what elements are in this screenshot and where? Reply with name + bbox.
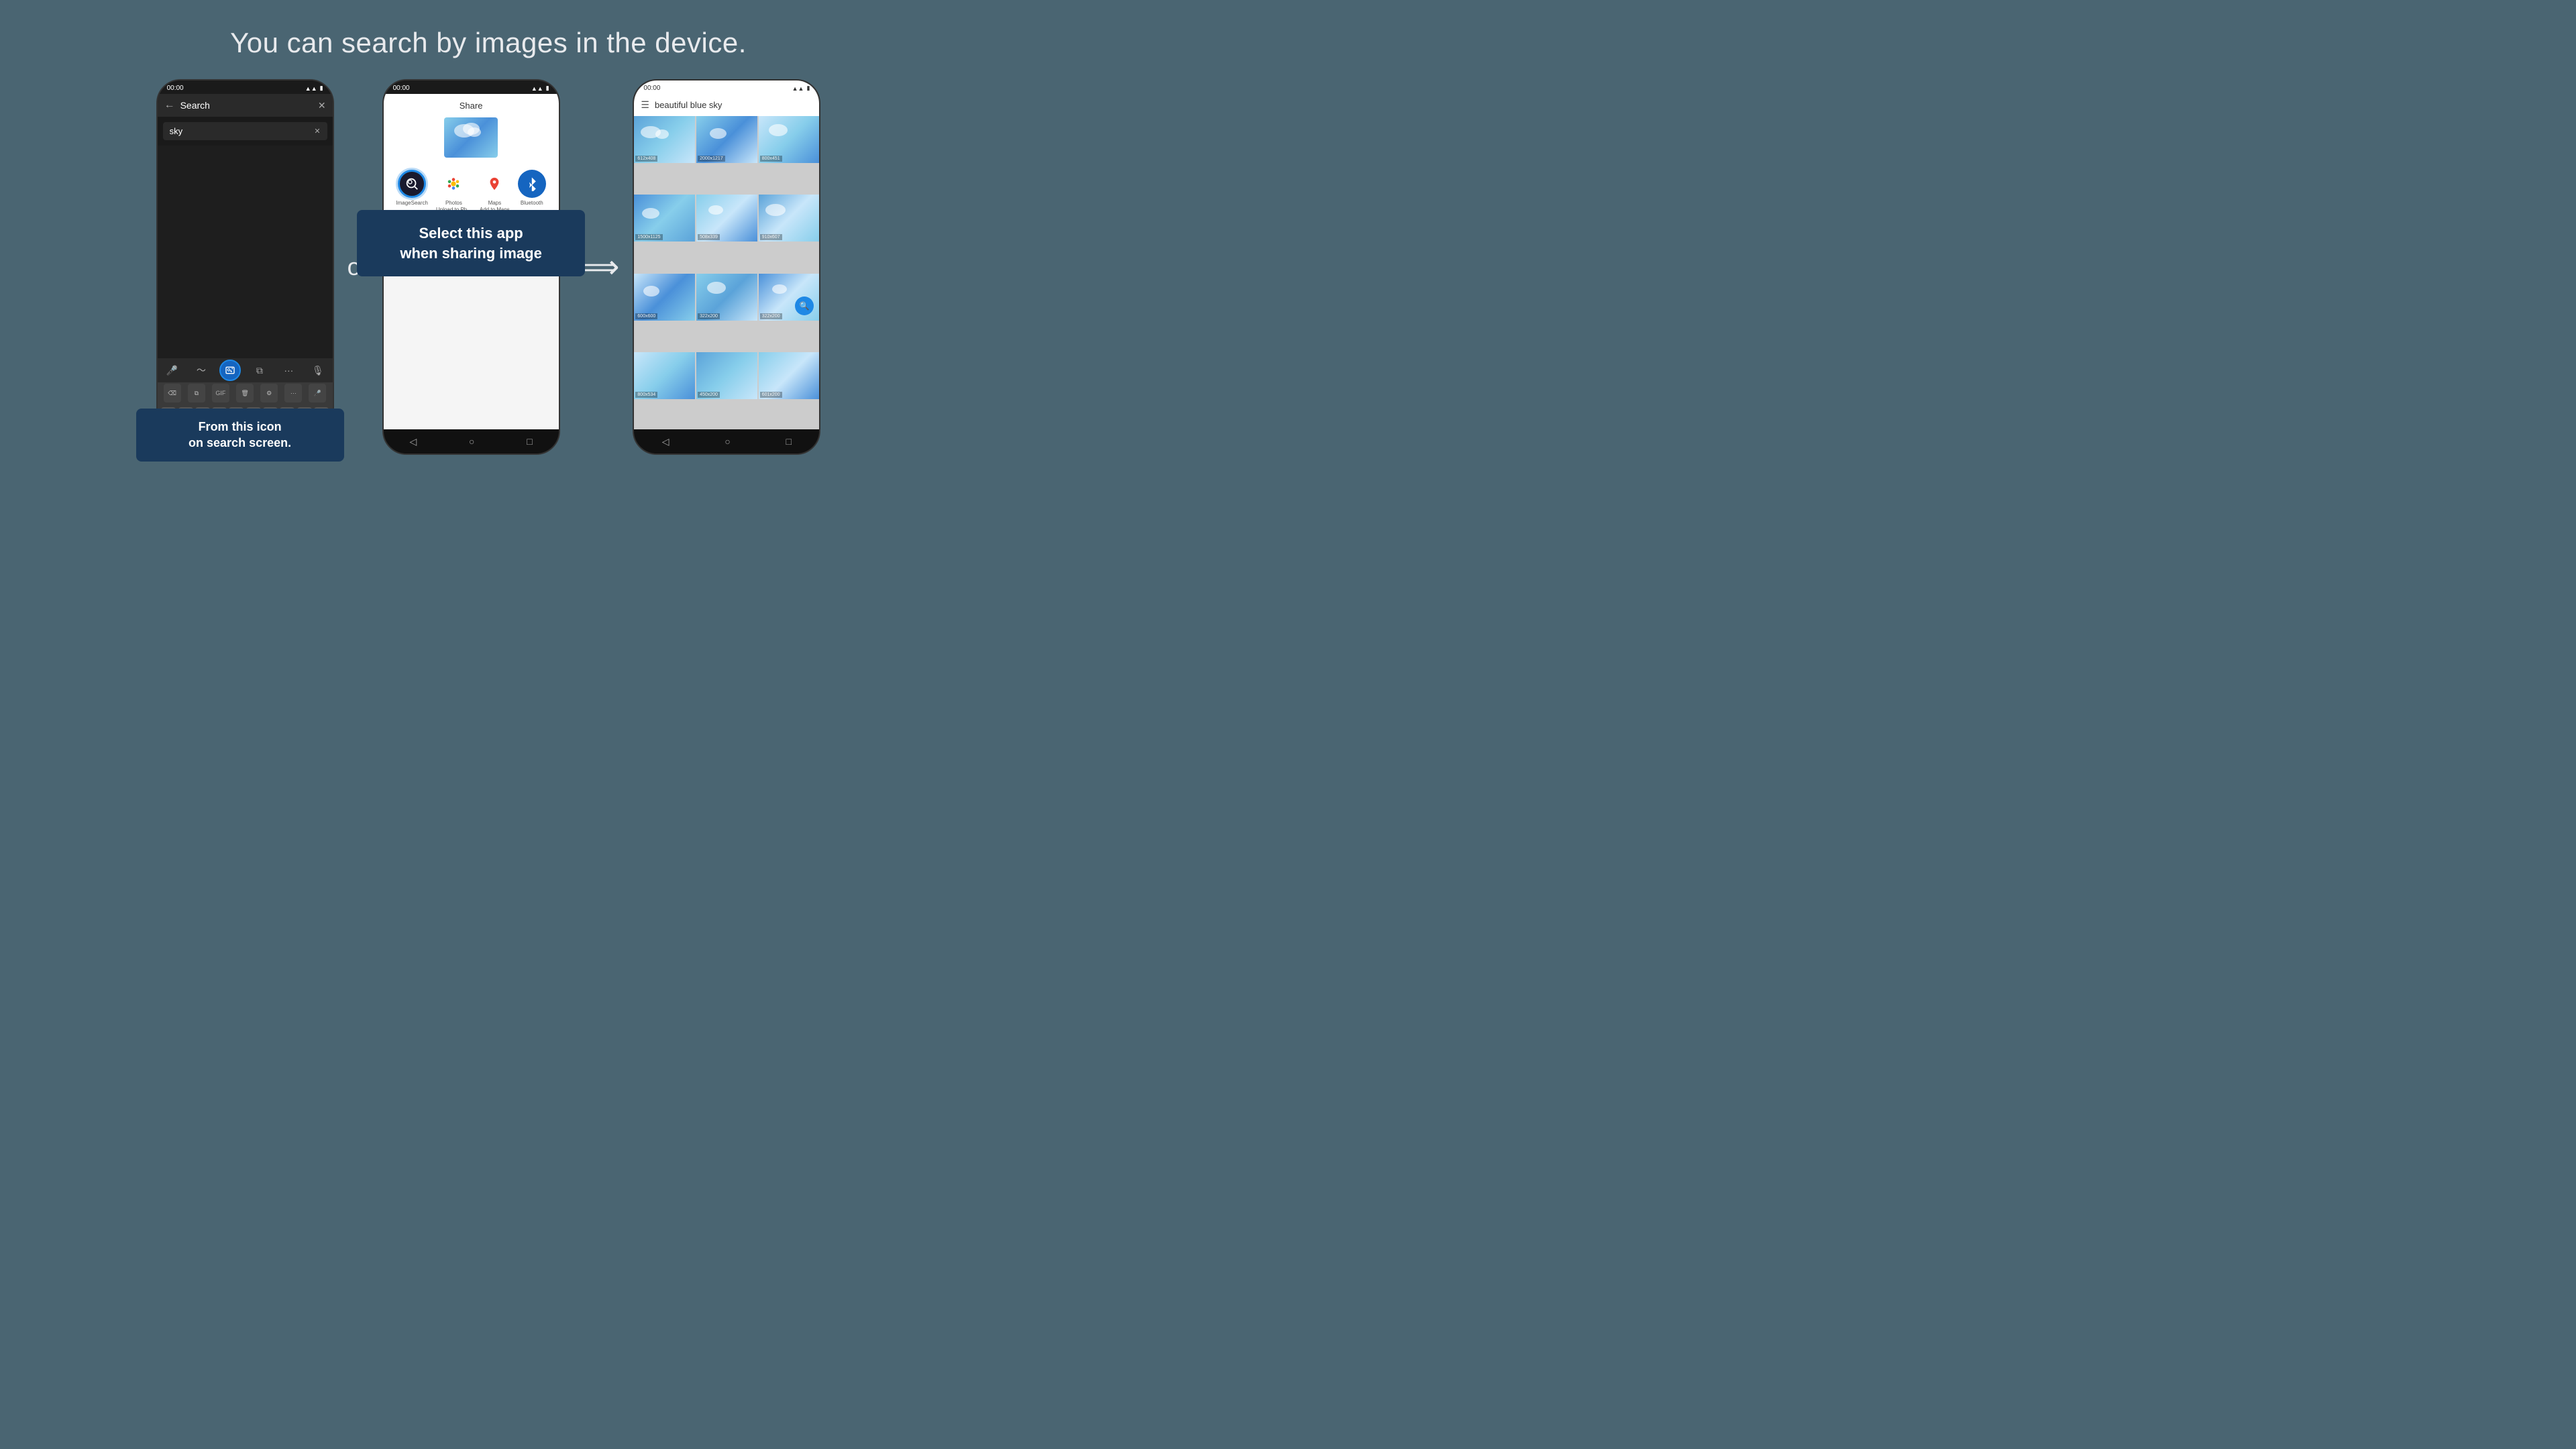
grid-cell-8[interactable]: 322x200 [696, 274, 757, 321]
grid-cell-6[interactable]: 910x607 [759, 195, 820, 241]
phone2-image-preview [444, 117, 498, 158]
phone2-app-maps[interactable]: MapsAdd to Maps [480, 170, 510, 213]
phone3-wifi-icon: ▲▲ [792, 85, 804, 92]
phone2-tooltip: Select this app when sharing image [357, 210, 585, 276]
phone1-status-bar: 00:00 ▲▲ ▮ [158, 80, 333, 94]
phone3-search-fab[interactable]: 🔍 [795, 297, 814, 315]
grid-cell-9[interactable]: 322x200 🔍 [759, 274, 820, 321]
phone1-wrapper: 00:00 ▲▲ ▮ ← Search ✕ sky ✕ 🎤 [156, 79, 334, 455]
grid-cell-11-label: 450x200 [698, 392, 720, 398]
phone1-text-value: sky [170, 126, 183, 136]
phone3-wrapper: 00:00 ▲▲ ▮ ☰ beautiful blue sky 612x408 [633, 79, 820, 455]
phone1-image-search-toolbar-icon[interactable] [219, 360, 241, 381]
grid-cell-4-label: 1500x1125 [635, 234, 662, 240]
phone2-battery-icon: ▮ [546, 85, 549, 92]
phone1-back-icon[interactable]: ← [164, 99, 175, 111]
phone2-imagesearch-icon [398, 170, 426, 198]
page-title: You can search by images in the device. [230, 27, 747, 59]
phone2-time: 00:00 [393, 85, 410, 92]
grid-cell-11[interactable]: 450x200 [696, 352, 757, 399]
phone3-status-bar: 00:00 ▲▲ ▮ [634, 80, 819, 94]
phone1-top-bar: ← Search ✕ [158, 94, 333, 117]
phone1-battery-icon: ▮ [320, 85, 323, 92]
grid-cell-6-label: 910x607 [760, 234, 782, 240]
grid-cell-1-label: 612x408 [635, 156, 657, 162]
phone2-wifi-icon: ▲▲ [531, 85, 543, 92]
phone2-spacer [384, 266, 559, 429]
phone2-tooltip-line2: when sharing image [376, 244, 566, 264]
grid-cell-3[interactable]: 800x451 [759, 116, 820, 163]
grid-cell-10[interactable]: 800x534 [634, 352, 695, 399]
phone1-mic2-toolbar-icon[interactable]: 🎙 [307, 360, 329, 381]
phone3-nav-recents[interactable]: □ [786, 436, 792, 447]
phone2-nav-bar: ◁ ○ □ [384, 429, 559, 453]
phone1-keyboard-row1: ⌫ ⧉ GIF 🗑 ⚙ ··· 🎤 [158, 382, 333, 404]
phone1-spacer [158, 146, 333, 358]
phone3-search-query: beautiful blue sky [655, 100, 722, 110]
phone2-bluetooth-icon [518, 170, 546, 198]
grid-cell-4[interactable]: 1500x1125 [634, 195, 695, 241]
phone2-app-imagesearch[interactable]: ImageSearch [396, 170, 428, 213]
grid-cell-12[interactable]: 601x200 [759, 352, 820, 399]
phone3-battery-icon: ▮ [806, 85, 810, 92]
grid-cell-10-label: 800x534 [635, 392, 657, 398]
phone1-tooltip-line1: From this icon [150, 419, 331, 435]
phone3-nav-bar: ◁ ○ □ [634, 429, 819, 453]
phone1-tooltip-line2: on search screen. [150, 435, 331, 451]
phone1-key-clipboard[interactable]: ⧉ [188, 384, 205, 402]
phone3-image-grid: 612x408 2000x1217 800x451 1500x1125 508x… [634, 116, 819, 429]
phone1-dots-toolbar-icon[interactable]: ··· [278, 360, 299, 381]
phone3-nav-home[interactable]: ○ [724, 436, 730, 447]
phone1-wifi-icon: ▲▲ [305, 85, 317, 92]
phone1-keyboard-toolbar: 🎤 〜 ⧉ ··· 🎙 [158, 358, 333, 382]
grid-cell-5[interactable]: 508x339 [696, 195, 757, 241]
phone2-nav-back[interactable]: ◁ [409, 436, 417, 447]
grid-cell-9-label: 322x200 [760, 313, 782, 319]
phones-container: 00:00 ▲▲ ▮ ← Search ✕ sky ✕ 🎤 [0, 79, 977, 455]
grid-cell-2-label: 2000x1217 [698, 156, 725, 162]
phone1-copy-toolbar-icon[interactable]: ⧉ [249, 360, 270, 381]
phone2-maps-icon [480, 170, 508, 198]
phone1-key-mic-small[interactable]: 🎤 [309, 384, 326, 402]
phone2-nav-recents[interactable]: □ [527, 436, 532, 447]
phone2-imagesearch-label: ImageSearch [396, 200, 428, 207]
grid-cell-8-label: 322x200 [698, 313, 720, 319]
grid-cell-12-label: 601x200 [760, 392, 782, 398]
phone2-nav-home[interactable]: ○ [469, 436, 474, 447]
phone1-trend-toolbar-icon[interactable]: 〜 [191, 360, 212, 381]
phone1-text-field[interactable]: sky ✕ [163, 122, 327, 140]
grid-cell-7-label: 600x600 [635, 313, 657, 319]
phone1-key-gif[interactable]: GIF [212, 384, 229, 402]
phone1-key-dots[interactable]: ··· [284, 384, 302, 402]
phone1-key-settings[interactable]: ⚙ [260, 384, 278, 402]
phone1-close-icon[interactable]: ✕ [318, 100, 326, 111]
phone1: 00:00 ▲▲ ▮ ← Search ✕ sky ✕ 🎤 [156, 79, 334, 455]
phone2-bluetooth-label: Bluetooth [521, 200, 543, 207]
phone1-search-label: Search [180, 100, 313, 111]
phone2-share-title: Share [384, 94, 559, 117]
phone3-menu-icon[interactable]: ☰ [641, 99, 649, 111]
phone2-app-bluetooth[interactable]: Bluetooth [518, 170, 546, 213]
phone1-tooltip: From this icon on search screen. [136, 409, 344, 462]
grid-cell-7[interactable]: 600x600 [634, 274, 695, 321]
phone1-key-backspace[interactable]: ⌫ [164, 384, 181, 402]
phone3-nav-back[interactable]: ◁ [662, 436, 669, 447]
phone1-clear-icon[interactable]: ✕ [314, 127, 320, 136]
phone3: 00:00 ▲▲ ▮ ☰ beautiful blue sky 612x408 [633, 79, 820, 455]
grid-cell-5-label: 508x339 [698, 234, 720, 240]
phone2-tooltip-line1: Select this app [376, 223, 566, 244]
grid-cell-3-label: 800x451 [760, 156, 782, 162]
phone3-time: 00:00 [643, 85, 660, 92]
phone2-wrapper: 00:00 ▲▲ ▮ Share [382, 79, 560, 455]
phone1-key-delete[interactable]: 🗑 [236, 384, 254, 402]
grid-cell-1[interactable]: 612x408 [634, 116, 695, 163]
phone2-app-photos[interactable]: PhotosUpload to Ph... [436, 170, 472, 213]
phone2-status-bar: 00:00 ▲▲ ▮ [384, 80, 559, 94]
grid-cell-2[interactable]: 2000x1217 [696, 116, 757, 163]
phone3-header: ☰ beautiful blue sky [634, 94, 819, 116]
phone1-time: 00:00 [167, 85, 184, 92]
phone1-mic-toolbar-icon[interactable]: 🎤 [161, 360, 182, 381]
phone2-photos-icon [439, 170, 468, 198]
